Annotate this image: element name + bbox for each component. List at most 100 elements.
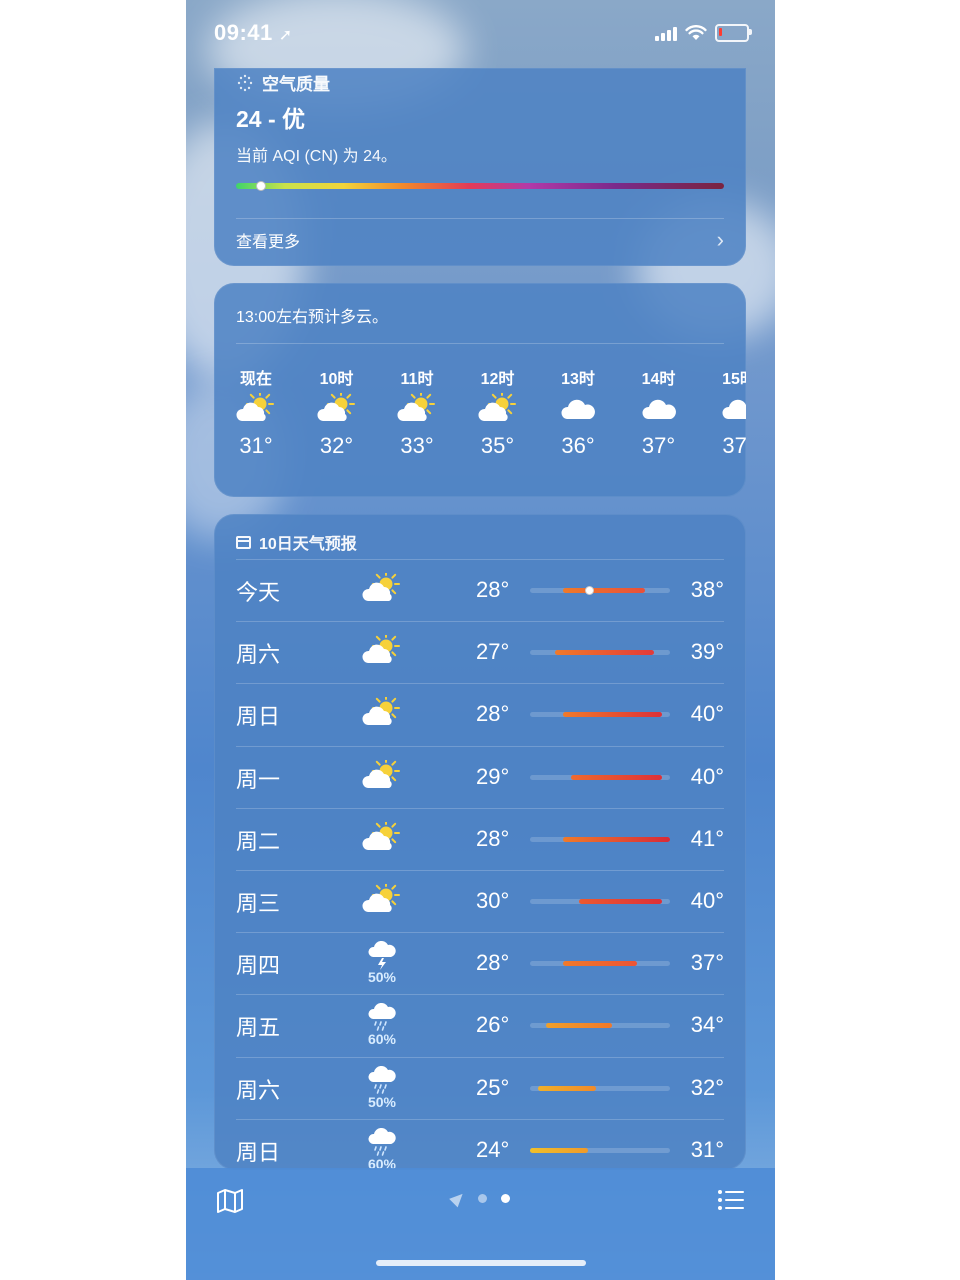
cloud-icon <box>548 387 608 433</box>
low-temp: 26° <box>476 1012 510 1038</box>
air-quality-card[interactable]: 空气质量 24 - 优 当前 AQI (CN) 为 24。 查看更多 › <box>214 68 746 266</box>
precip-chance: 50% <box>367 969 397 986</box>
status-time: 09:41 ➚ <box>214 20 293 46</box>
temp-range-bar <box>538 1085 596 1091</box>
daily-row[interactable]: 周三 30° 40° <box>236 870 724 932</box>
see-more-link[interactable]: 查看更多 › <box>236 218 724 262</box>
divider <box>236 559 724 560</box>
hour-temp: 31° <box>239 433 273 458</box>
hour-temp: 32° <box>319 433 354 458</box>
air-quality-header: 空气质量 <box>236 70 330 95</box>
hourly-forecast-card[interactable]: 13:00左右预计多云。 现在 31° 10时 32° 11时 33° 12时 35°… <box>214 283 746 497</box>
daily-row[interactable]: 今天 28° 38° <box>236 559 724 621</box>
bottom-toolbar <box>186 1168 775 1280</box>
hourly-item: 11时 33° <box>387 365 447 463</box>
temp-range-track <box>530 712 670 718</box>
hour-label: 12时 <box>480 371 515 388</box>
high-temp: 34° <box>690 1012 724 1038</box>
partly-sunny-icon <box>360 691 404 737</box>
low-temp: 30° <box>476 888 510 913</box>
aqi-indicator-dot <box>256 181 267 191</box>
hour-temp: 35° <box>480 433 515 458</box>
hour-label: 11时 <box>400 371 434 388</box>
weather-screen: 09:41 ➚ 空气质量 24 - 优 当前 AQI (CN) 为 24。 查看… <box>186 0 775 1280</box>
page-indicator[interactable] <box>186 1189 775 1208</box>
hour-temp: 37° <box>641 433 676 458</box>
day-name: 周日 <box>236 1139 281 1165</box>
partly-sunny-icon <box>307 387 367 433</box>
hour-temp: 36° <box>561 433 595 458</box>
temp-range-bar <box>546 1023 613 1029</box>
day-name: 今天 <box>236 580 281 605</box>
daily-row[interactable]: 周日 28° 40° <box>236 683 724 745</box>
high-temp: 38° <box>690 577 724 602</box>
day-name: 周六 <box>236 1077 281 1103</box>
partly-sunny-icon <box>468 387 528 433</box>
location-services-icon: ➚ <box>278 27 293 44</box>
temp-range-bar <box>579 899 662 904</box>
thunder-cloud-icon: 50% <box>360 940 404 986</box>
day-name: 周五 <box>236 1015 281 1041</box>
page-dot[interactable] <box>477 1194 487 1203</box>
aqi-scale-bar <box>236 183 724 189</box>
temp-range-track <box>530 650 670 656</box>
air-quality-icon <box>237 74 253 91</box>
hourly-scroll[interactable]: 现在 31° 10时 32° 11时 33° 12时 35° 13时 36° 14时 37… <box>214 365 746 475</box>
location-arrow-icon[interactable] <box>448 1189 467 1208</box>
divider <box>236 1056 724 1058</box>
air-quality-title: 空气质量 <box>262 75 330 94</box>
ten-day-forecast-card[interactable]: 10日天气预报 今天 28° 38° 周六 27° 39° 周日 28° 40°… <box>214 514 746 1170</box>
divider <box>236 994 724 996</box>
partly-sunny-icon <box>360 754 404 800</box>
low-temp: 28° <box>476 950 510 976</box>
divider <box>236 621 724 623</box>
high-temp: 31° <box>690 1136 724 1162</box>
temp-range-track <box>530 899 670 904</box>
battery-icon <box>715 24 752 42</box>
daily-row[interactable]: 周四 50% 28° 37° <box>236 932 724 994</box>
ten-day-header: 10日天气预报 <box>236 530 357 554</box>
cellular-signal-icon <box>655 25 677 41</box>
hour-label: 15时 <box>722 371 746 388</box>
hourly-item: 15时 37° <box>709 365 746 463</box>
day-name: 周一 <box>236 766 281 792</box>
day-name: 周四 <box>236 953 281 979</box>
day-name: 周六 <box>236 642 281 668</box>
hourly-item: 现在 31° <box>226 365 286 463</box>
high-temp: 40° <box>690 701 724 727</box>
high-temp: 40° <box>690 888 724 913</box>
daily-row[interactable]: 周六 50% 25° 32° <box>236 1056 724 1119</box>
divider <box>236 932 724 934</box>
precip-chance: 60% <box>367 1031 397 1048</box>
partly-sunny-icon <box>360 878 404 924</box>
divider <box>236 1118 724 1120</box>
ten-day-title: 10日天气预报 <box>259 536 357 553</box>
aqi-description: 当前 AQI (CN) 为 24。 <box>236 148 397 165</box>
daily-row[interactable]: 周六 27° 39° <box>236 621 724 683</box>
daily-row[interactable]: 周日 60% 24° 31° <box>236 1118 724 1170</box>
daily-row[interactable]: 周一 29° 40° <box>236 745 724 808</box>
hourly-item: 12时 35° <box>468 365 528 463</box>
high-temp: 32° <box>690 1074 724 1100</box>
status-bar: 09:41 ➚ <box>186 0 775 68</box>
current-temp-dot <box>584 586 594 595</box>
high-temp: 39° <box>690 639 724 665</box>
aqi-value: 24 - 优 <box>236 106 306 132</box>
daily-row[interactable]: 周五 60% 26° 34° <box>236 994 724 1056</box>
daily-row[interactable]: 周二 28° 41° <box>236 807 724 870</box>
partly-sunny-icon <box>226 387 286 433</box>
hour-label: 14时 <box>641 371 676 388</box>
see-more-label: 查看更多 <box>236 234 301 251</box>
low-temp: 29° <box>476 763 510 789</box>
temp-range-track <box>530 961 670 967</box>
daily-list: 今天 28° 38° 周六 27° 39° 周日 28° 40° 周一 29° … <box>236 559 724 1170</box>
list-icon[interactable] <box>717 1188 745 1212</box>
status-indicators <box>655 24 752 42</box>
page-dot-active[interactable] <box>500 1194 510 1203</box>
high-temp: 40° <box>690 763 724 789</box>
hourly-item: 10时 32° <box>307 365 367 463</box>
day-name: 周三 <box>236 891 281 916</box>
divider <box>236 870 724 871</box>
hourly-item: 14时 37° <box>629 365 689 463</box>
rain-cloud-icon: 50% <box>360 1065 404 1111</box>
